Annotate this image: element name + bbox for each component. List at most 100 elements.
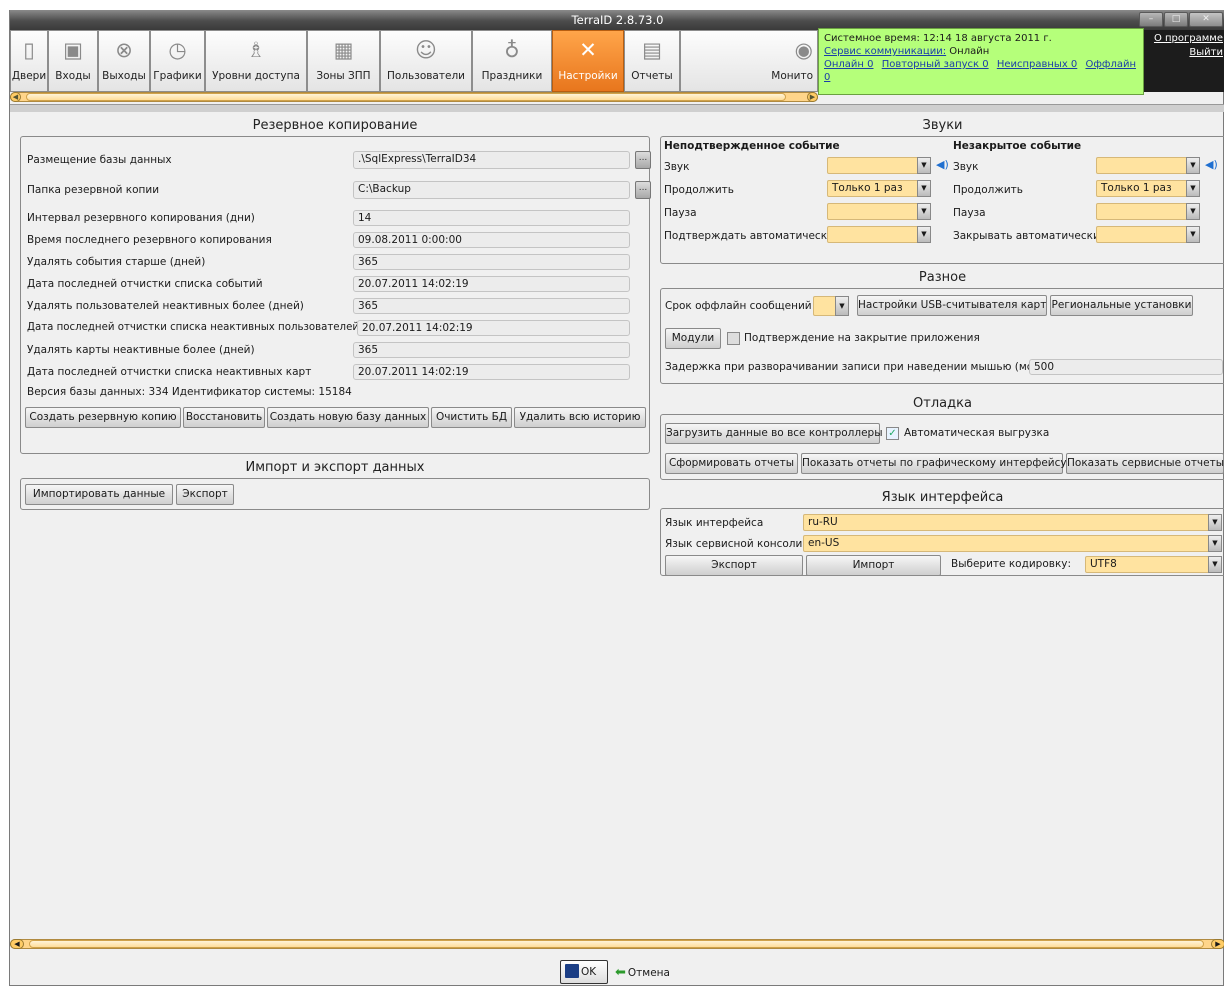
chevron-down-icon: ▼ <box>917 180 931 197</box>
cancel-button[interactable]: ⬅ Отмена <box>615 962 685 983</box>
offline-msgs-label: Срок оффлайн сообщений <box>665 300 812 312</box>
speaker-icon[interactable]: ◀) <box>1205 159 1219 171</box>
unconfirmed-pause-select[interactable]: ▼ <box>827 203 931 220</box>
console-language-label: Язык сервисной консоли <box>665 538 803 550</box>
toolbar-doors[interactable]: ▯ Двери <box>10 30 48 92</box>
load-controllers-button[interactable]: Загрузить данные во все контроллеры <box>665 423 883 444</box>
close-auto-select[interactable]: ▼ <box>1096 226 1200 243</box>
export-data-button[interactable]: Экспорт <box>176 484 234 505</box>
delete-events-label: Удалять события старше (дней) <box>27 256 206 268</box>
confirm-auto-label: Подтверждать автоматически <box>664 230 834 242</box>
speaker-icon[interactable]: ◀) <box>936 159 950 171</box>
scroll-thumb[interactable] <box>26 93 786 101</box>
show-service-reports-button[interactable]: Показать сервисные отчеты <box>1066 453 1224 474</box>
clock-icon: ◷ <box>168 38 187 62</box>
debug-panel: Загрузить данные во все контроллеры ✓ Ав… <box>660 414 1224 480</box>
minimize-button[interactable]: – <box>1139 12 1163 27</box>
unclosed-pause-select[interactable]: ▼ <box>1096 203 1200 220</box>
users-icon: ☺ <box>415 38 437 62</box>
restore-button[interactable]: Восстановить <box>183 407 265 428</box>
toolbar-access-levels[interactable]: ♗ Уровни доступа <box>205 30 307 92</box>
scroll-left-icon[interactable]: ◀ <box>10 92 21 102</box>
logout-link[interactable]: Выйти <box>1154 46 1223 60</box>
delete-history-button[interactable]: Удалить всю историю <box>514 407 646 428</box>
language-import-button[interactable]: Импорт <box>806 555 941 576</box>
toolbar-users[interactable]: ☺ Пользователи <box>380 30 472 92</box>
faulty-count-link[interactable]: Неисправных 0 <box>997 59 1077 70</box>
restart-count-link[interactable]: Повторный запуск 0 <box>882 59 989 70</box>
service-link[interactable]: Сервис коммуникации: <box>824 46 946 57</box>
delete-inactive-cards-label: Удалять карты неактивные более (дней) <box>27 344 255 356</box>
db-info: Версия базы данных: 334 Идентификатор си… <box>27 386 352 398</box>
ui-language-select[interactable]: ru-RU ▼ <box>803 514 1222 531</box>
access-levels-icon: ♗ <box>246 38 266 62</box>
balloons-icon: ♁ <box>504 38 520 62</box>
exit-icon: ⊗ <box>115 38 133 62</box>
delete-inactive-users-field[interactable]: 365 <box>353 298 630 314</box>
hover-delay-field[interactable]: 500 <box>1029 359 1223 375</box>
scroll-right-icon[interactable]: ▶ <box>1211 939 1224 949</box>
usb-reader-settings-button[interactable]: Настройки USB-считывателя карт <box>857 295 1047 316</box>
unclosed-sound-select[interactable]: ▼ <box>1096 157 1200 174</box>
about-link[interactable]: О программе <box>1154 32 1223 46</box>
title-bar[interactable]: TerraID 2.8.73.0 – □ ✕ <box>10 10 1224 30</box>
users-cleanup-date-field: 20.07.2011 14:02:19 <box>357 320 630 336</box>
toolbar-monitoring[interactable]: ◉ Монито <box>680 30 818 92</box>
scroll-left-icon[interactable]: ◀ <box>10 939 24 949</box>
unclosed-continue-select[interactable]: Только 1 раз ▼ <box>1096 180 1200 197</box>
events-cleanup-date-field: 20.07.2011 14:02:19 <box>353 276 630 292</box>
unconfirmed-pause-label: Пауза <box>664 207 697 219</box>
make-reports-button[interactable]: Сформировать отчеты <box>665 453 798 474</box>
import-export-title: Импорт и экспорт данных <box>245 460 425 475</box>
scroll-thumb[interactable] <box>29 940 1204 948</box>
entry-icon: ▣ <box>63 38 83 62</box>
backup-folder-field[interactable]: C:\Backup <box>353 181 630 199</box>
last-backup-label: Время последнего резервного копирования <box>27 234 272 246</box>
import-data-button[interactable]: Импортировать данные <box>25 484 173 505</box>
backup-interval-label: Интервал резервного копирования (дни) <box>27 212 255 224</box>
offline-msgs-select[interactable]: ▼ <box>813 296 849 316</box>
backup-folder-browse-button[interactable]: ... <box>635 181 651 199</box>
regional-settings-button[interactable]: Региональные установки <box>1050 295 1193 316</box>
settings-content: Резервное копирование Размещение базы да… <box>10 114 1224 944</box>
clear-db-button[interactable]: Очистить БД <box>431 407 512 428</box>
confirm-auto-select[interactable]: ▼ <box>827 226 931 243</box>
online-count-link[interactable]: Онлайн 0 <box>824 59 874 70</box>
create-new-db-button[interactable]: Создать новую базу данных <box>267 407 429 428</box>
content-scrollbar[interactable]: ◀ ▶ <box>10 939 1224 949</box>
close-button[interactable]: ✕ <box>1189 12 1223 27</box>
console-language-select[interactable]: en-US ▼ <box>803 535 1222 552</box>
toolbar-scrollbar[interactable]: ◀ ▶ <box>10 92 818 102</box>
toolbar-entries[interactable]: ▣ Входы <box>48 30 98 92</box>
confirm-close-checkbox[interactable] <box>727 332 740 345</box>
delete-inactive-cards-field[interactable]: 365 <box>353 342 630 358</box>
confirm-close-label: Подтверждение на закрытие приложения <box>744 332 980 344</box>
chevron-down-icon: ▼ <box>1186 226 1200 243</box>
toolbar-settings[interactable]: ✕ Настройки <box>552 30 624 92</box>
encoding-select[interactable]: UTF8 ▼ <box>1085 556 1222 573</box>
toolbar-reports[interactable]: ▤ Отчеты <box>624 30 680 92</box>
db-location-field[interactable]: .\SqlExpress\TerraID34 <box>353 151 630 169</box>
tools-icon: ✕ <box>579 38 597 62</box>
maximize-button[interactable]: □ <box>1164 12 1188 27</box>
last-backup-field: 09.08.2011 0:00:00 <box>353 232 630 248</box>
auto-upload-checkbox[interactable]: ✓ <box>886 427 899 440</box>
unconfirmed-continue-select[interactable]: Только 1 раз ▼ <box>827 180 931 197</box>
toolbar-exits[interactable]: ⊗ Выходы <box>98 30 150 92</box>
toolbar-schedules[interactable]: ◷ Графики <box>150 30 205 92</box>
show-gui-reports-button[interactable]: Показать отчеты по графическому интерфей… <box>801 453 1067 474</box>
import-export-panel: Импортировать данные Экспорт <box>20 478 650 510</box>
chevron-down-icon: ▼ <box>917 157 931 174</box>
toolbar-zones[interactable]: ▦ Зоны ЗПП <box>307 30 380 92</box>
delete-events-field[interactable]: 365 <box>353 254 630 270</box>
chevron-down-icon: ▼ <box>1208 514 1222 531</box>
unconfirmed-sound-select[interactable]: ▼ <box>827 157 931 174</box>
scroll-right-icon[interactable]: ▶ <box>807 92 818 102</box>
modules-button[interactable]: Модули <box>665 328 721 349</box>
toolbar-holidays[interactable]: ♁ Праздники <box>472 30 552 92</box>
db-location-browse-button[interactable]: ... <box>635 151 651 169</box>
backup-interval-field[interactable]: 14 <box>353 210 630 226</box>
ok-button[interactable]: OK <box>560 960 608 984</box>
create-backup-button[interactable]: Создать резервную копию <box>25 407 181 428</box>
language-export-button[interactable]: Экспорт <box>665 555 803 576</box>
